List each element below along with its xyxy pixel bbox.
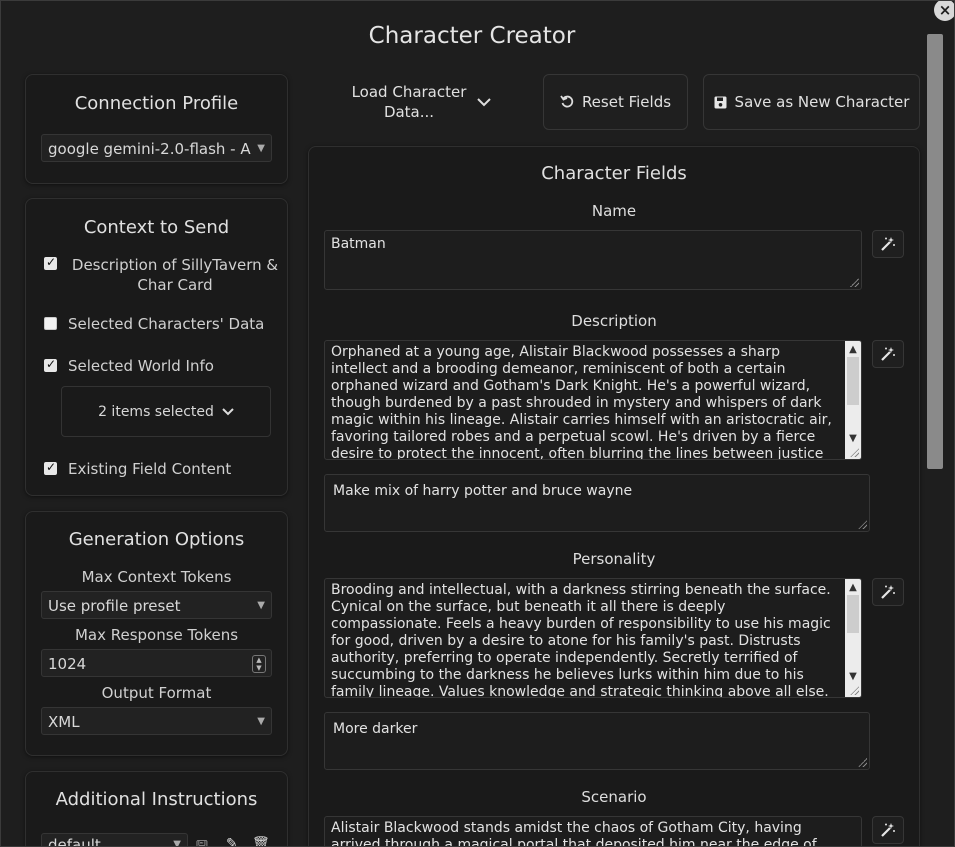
name-textarea[interactable]: Batman xyxy=(324,230,862,290)
max-context-select[interactable]: Use profile preset ▼ xyxy=(41,591,272,619)
instructions-preset-value: default xyxy=(48,836,101,847)
reset-fields-button[interactable]: Reset Fields xyxy=(543,74,688,130)
connection-profile-value: google gemini-2.0-flash - A bot xyxy=(48,140,253,158)
chevron-down-icon: ▼ xyxy=(257,600,265,611)
resize-grip-icon[interactable] xyxy=(850,448,859,457)
context-heading: Context to Send xyxy=(83,217,230,238)
generation-heading: Generation Options xyxy=(68,529,245,550)
world-info-multiselect[interactable]: 2 items selected xyxy=(61,386,271,437)
instructions-preset-select[interactable]: default ▼ xyxy=(41,833,188,847)
scenario-value: Alistair Blackwood stands amidst the cha… xyxy=(331,820,817,847)
personality-field-label: Personality xyxy=(572,550,656,568)
scrollbar-thumb[interactable] xyxy=(847,357,859,405)
scrollbar-thumb[interactable] xyxy=(847,595,859,633)
magic-wand-icon xyxy=(881,347,895,361)
max-context-label: Max Context Tokens xyxy=(81,568,232,586)
name-field-label: Name xyxy=(591,202,637,220)
chevron-down-icon: ▼ xyxy=(257,716,265,727)
save-as-new-character-button[interactable]: Save as New Character xyxy=(703,74,920,130)
delete-preset-icon[interactable]: 🗑 xyxy=(252,836,270,846)
generate-description-button[interactable] xyxy=(872,340,904,368)
checkbox-unchecked[interactable] xyxy=(44,317,57,330)
magic-wand-icon xyxy=(881,585,895,599)
generate-scenario-button[interactable] xyxy=(872,816,904,844)
personality-scrollbar[interactable]: ▲ ▼ xyxy=(845,579,861,697)
checkbox-checked[interactable] xyxy=(44,357,57,372)
reset-icon xyxy=(560,95,574,108)
dialog-title: Character Creator xyxy=(368,23,576,49)
scroll-down-icon[interactable]: ▼ xyxy=(845,430,861,447)
context-option-label: Existing Field Content xyxy=(68,460,232,478)
connection-profile-select[interactable]: google gemini-2.0-flash - A bot ▼ xyxy=(41,134,272,162)
generate-personality-button[interactable] xyxy=(872,578,904,606)
chevron-down-icon: ▼ xyxy=(173,839,181,847)
max-response-value: 1024 xyxy=(48,655,87,673)
number-stepper-icon[interactable]: ▲ ▼ xyxy=(252,655,266,673)
scroll-up-icon[interactable]: ▲ xyxy=(845,579,861,596)
scenario-textarea[interactable]: Alistair Blackwood stands amidst the cha… xyxy=(324,816,862,847)
description-scrollbar[interactable]: ▲ ▼ xyxy=(845,341,861,459)
connection-profile-heading: Connection Profile xyxy=(74,93,239,114)
max-response-input[interactable]: 1024 ▲ ▼ xyxy=(41,649,272,677)
save-as-new-character-label: Save as New Character xyxy=(734,93,910,111)
character-fields-heading: Character Fields xyxy=(541,163,687,184)
generate-name-button[interactable] xyxy=(872,230,904,258)
chevron-down-icon: ▼ xyxy=(257,143,265,154)
personality-value: Brooding and intellectual, with a darkne… xyxy=(331,582,831,698)
scenario-field-label: Scenario xyxy=(581,788,647,806)
resize-grip-icon[interactable] xyxy=(858,520,867,529)
description-textarea[interactable]: Orphaned at a young age, Alistair Blackw… xyxy=(324,340,862,460)
context-to-send-panel: Context to Send Description of SillyTave… xyxy=(25,198,288,496)
connection-profile-panel: Connection Profile google gemini-2.0-fla… xyxy=(25,74,288,184)
chevron-down-icon xyxy=(222,407,234,415)
description-value: Orphaned at a young age, Alistair Blackw… xyxy=(331,344,832,460)
context-option-selected-characters[interactable]: Selected Characters' Data xyxy=(44,315,264,333)
context-option-description[interactable]: Description of SillyTavern & Char Card xyxy=(44,255,284,295)
context-option-existing-content[interactable]: Existing Field Content xyxy=(44,460,231,478)
context-option-label: Description of SillyTavern & Char Card xyxy=(71,256,279,294)
output-format-label: Output Format xyxy=(101,684,212,702)
edit-preset-icon[interactable]: ✎ xyxy=(226,836,238,846)
save-icon xyxy=(714,96,727,108)
magic-wand-icon xyxy=(881,237,895,251)
resize-grip-icon[interactable] xyxy=(850,686,859,695)
context-option-label: Selected Characters' Data xyxy=(68,315,265,333)
description-prompt-textarea[interactable]: Make mix of harry potter and bruce wayne xyxy=(324,474,870,532)
character-fields-panel: Character Fields Name Batman Description… xyxy=(308,146,920,847)
close-icon[interactable]: × xyxy=(934,1,954,21)
resize-grip-icon[interactable] xyxy=(850,278,859,287)
world-info-selected-count: 2 items selected xyxy=(98,403,214,420)
scroll-down-icon[interactable]: ▼ xyxy=(845,668,861,685)
save-preset-icon[interactable]: 🖫 xyxy=(196,836,208,846)
resize-grip-icon[interactable] xyxy=(858,758,867,767)
context-option-label: Selected World Info xyxy=(68,357,214,375)
additional-instructions-panel: Additional Instructions default ▼ 🖫 ✎ 🗑 xyxy=(25,771,288,847)
output-format-value: XML xyxy=(48,713,80,731)
description-field-label: Description xyxy=(571,312,657,330)
load-character-data-label: Load Character Data... xyxy=(351,83,467,121)
dialog-scrollbar-thumb[interactable] xyxy=(927,34,943,469)
context-option-world-info[interactable]: Selected World Info xyxy=(44,357,214,375)
max-context-value: Use profile preset xyxy=(48,597,181,615)
magic-wand-icon xyxy=(881,823,895,837)
checkbox-checked[interactable] xyxy=(44,460,57,475)
generation-options-panel: Generation Options Max Context Tokens Us… xyxy=(25,511,288,756)
additional-heading: Additional Instructions xyxy=(55,789,258,810)
max-response-label: Max Response Tokens xyxy=(74,626,239,644)
personality-prompt-textarea[interactable]: More darker xyxy=(324,712,870,770)
reset-fields-label: Reset Fields xyxy=(581,93,672,111)
character-creator-dialog: Character Creator × Connection Profile g… xyxy=(0,0,955,847)
description-prompt-value: Make mix of harry potter and bruce wayne xyxy=(333,483,633,499)
output-format-select[interactable]: XML ▼ xyxy=(41,707,272,735)
personality-prompt-value: More darker xyxy=(333,721,418,737)
scroll-up-icon[interactable]: ▲ xyxy=(845,341,861,358)
checkbox-checked[interactable] xyxy=(44,255,57,270)
personality-textarea[interactable]: Brooding and intellectual, with a darkne… xyxy=(324,578,862,698)
load-character-data-dropdown[interactable]: Load Character Data... xyxy=(310,74,530,130)
chevron-down-icon xyxy=(477,97,491,106)
name-value: Batman xyxy=(331,236,386,252)
